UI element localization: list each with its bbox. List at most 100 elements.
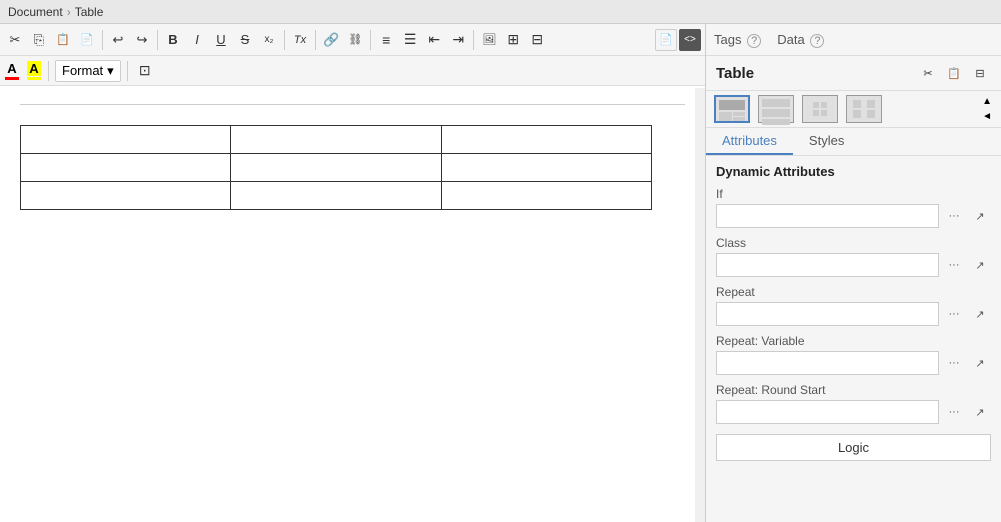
bold-button[interactable]: B xyxy=(162,29,184,51)
code-view-button[interactable]: <> xyxy=(679,29,701,51)
panel-element-title: Table xyxy=(716,65,754,82)
format-dropdown-label: Format xyxy=(62,63,103,78)
tags-help-icon[interactable]: ? xyxy=(747,34,761,48)
repeat-round-start-field-row: ··· ↗ xyxy=(716,400,991,424)
repeat-round-start-input[interactable] xyxy=(716,400,939,424)
layout-preview-4[interactable] xyxy=(846,95,882,123)
toolbar-sep1 xyxy=(102,30,103,50)
subscript-button[interactable]: x₂ xyxy=(258,29,280,51)
repeat-input[interactable] xyxy=(716,302,939,326)
table-button[interactable]: ⊞ xyxy=(502,29,524,51)
undo-button[interactable]: ↩ xyxy=(107,29,129,51)
table-cell[interactable] xyxy=(441,154,651,182)
doc-view-button[interactable]: 📄 xyxy=(655,29,677,51)
toolbar-sep8 xyxy=(127,61,128,81)
table-row xyxy=(21,154,652,182)
bg-color-button[interactable]: A xyxy=(26,60,42,81)
paste-special-button[interactable]: 📄 xyxy=(76,29,98,51)
breadcrumb-parent[interactable]: Document xyxy=(8,5,63,19)
link-button[interactable]: 🔗 xyxy=(320,29,342,51)
breadcrumb-separator: › xyxy=(67,5,71,19)
font-color-label: A xyxy=(7,61,16,76)
repeat-link-button[interactable]: ↗ xyxy=(969,302,991,326)
editor-scrollbar[interactable] xyxy=(695,88,705,522)
title-special-icon[interactable]: ⊟ xyxy=(969,62,991,84)
format-dropdown-arrow: ▾ xyxy=(107,63,114,79)
toolbar-sep4 xyxy=(315,30,316,50)
repeat-round-start-label: Repeat: Round Start xyxy=(716,383,991,397)
layout-preview-1[interactable] xyxy=(714,95,750,123)
table-cell[interactable] xyxy=(441,182,651,210)
breadcrumb: Document › Table xyxy=(0,0,1001,24)
editor-area: ✂ ⎘ 📋 📄 ↩ ↪ B I U S x₂ Tx 🔗 ⛓ ≡ ☰ ⇤ ⇥ 🖼 xyxy=(0,24,706,522)
table-cell[interactable] xyxy=(441,126,651,154)
table-cell[interactable] xyxy=(231,126,441,154)
repeat-variable-label: Repeat: Variable xyxy=(716,334,991,348)
tab-tags[interactable]: Tags ? xyxy=(714,32,761,47)
strikethrough-button[interactable]: S xyxy=(234,29,256,51)
tags-label: Tags xyxy=(714,32,741,47)
repeat-variable-ellipsis-button[interactable]: ··· xyxy=(943,351,965,375)
repeat-round-start-ellipsis-button[interactable]: ··· xyxy=(943,400,965,424)
layout-left-icon[interactable]: ◄ xyxy=(981,110,993,123)
toolbar-sep2 xyxy=(157,30,158,50)
special-button[interactable]: ⊟ xyxy=(526,29,548,51)
toolbar-row2: A A Format ▾ ⊡ xyxy=(0,56,705,86)
class-link-button[interactable]: ↗ xyxy=(969,253,991,277)
toolbar-sep3 xyxy=(284,30,285,50)
logic-button[interactable]: Logic xyxy=(716,434,991,461)
font-color-button[interactable]: A xyxy=(4,60,20,81)
layout-preview-3[interactable] xyxy=(802,95,838,123)
clear-format-button[interactable]: Tx xyxy=(289,29,311,51)
right-panel: Tags ? Data ? Table ✂ 📋 ⊟ xyxy=(706,24,1001,522)
table-cell[interactable] xyxy=(231,182,441,210)
table-cell[interactable] xyxy=(21,182,231,210)
ordered-list-button[interactable]: ≡ xyxy=(375,29,397,51)
format-dropdown[interactable]: Format ▾ xyxy=(55,60,121,82)
table-cell[interactable] xyxy=(21,126,231,154)
class-input[interactable] xyxy=(716,253,939,277)
unlink-button[interactable]: ⛓ xyxy=(344,29,366,51)
repeat-ellipsis-button[interactable]: ··· xyxy=(943,302,965,326)
outdent-button[interactable]: ⇤ xyxy=(423,29,445,51)
if-field-row: ··· ↗ xyxy=(716,204,991,228)
bg-color-indicator xyxy=(27,77,41,80)
bg-color-label: A xyxy=(27,61,40,76)
copy-button[interactable]: ⎘ xyxy=(28,29,50,51)
data-label: Data xyxy=(777,32,804,47)
redo-button[interactable]: ↪ xyxy=(131,29,153,51)
class-label: Class xyxy=(716,236,991,250)
editor-rule xyxy=(20,104,685,105)
table-row xyxy=(21,182,652,210)
tab-styles[interactable]: Styles xyxy=(793,128,860,155)
paste-button[interactable]: 📋 xyxy=(52,29,74,51)
title-cut-icon[interactable]: ✂ xyxy=(917,62,939,84)
table-cell[interactable] xyxy=(231,154,441,182)
layout-preview-2[interactable] xyxy=(758,95,794,123)
unordered-list-button[interactable]: ☰ xyxy=(399,29,421,51)
image-button[interactable]: 🖼 xyxy=(478,29,500,51)
class-field-row: ··· ↗ xyxy=(716,253,991,277)
editor-content[interactable] xyxy=(0,86,705,522)
table-row xyxy=(21,126,652,154)
repeat-variable-input[interactable] xyxy=(716,351,939,375)
table-cell[interactable] xyxy=(21,154,231,182)
underline-button[interactable]: U xyxy=(210,29,232,51)
title-copy-icon[interactable]: 📋 xyxy=(943,62,965,84)
data-help-icon[interactable]: ? xyxy=(810,34,824,48)
indent-button[interactable]: ⇥ xyxy=(447,29,469,51)
repeat-variable-link-button[interactable]: ↗ xyxy=(969,351,991,375)
repeat-label: Repeat xyxy=(716,285,991,299)
cut-button[interactable]: ✂ xyxy=(4,29,26,51)
if-link-button[interactable]: ↗ xyxy=(969,204,991,228)
table-grid-button[interactable]: ⊡ xyxy=(134,60,156,82)
if-input[interactable] xyxy=(716,204,939,228)
tab-attributes[interactable]: Attributes xyxy=(706,128,793,155)
italic-button[interactable]: I xyxy=(186,29,208,51)
if-ellipsis-button[interactable]: ··· xyxy=(943,204,965,228)
tab-data[interactable]: Data ? xyxy=(777,32,824,47)
layout-up-icon[interactable]: ▲ xyxy=(981,95,993,108)
class-ellipsis-button[interactable]: ··· xyxy=(943,253,965,277)
repeat-round-start-link-button[interactable]: ↗ xyxy=(969,400,991,424)
dynamic-attributes-title: Dynamic Attributes xyxy=(716,164,991,179)
